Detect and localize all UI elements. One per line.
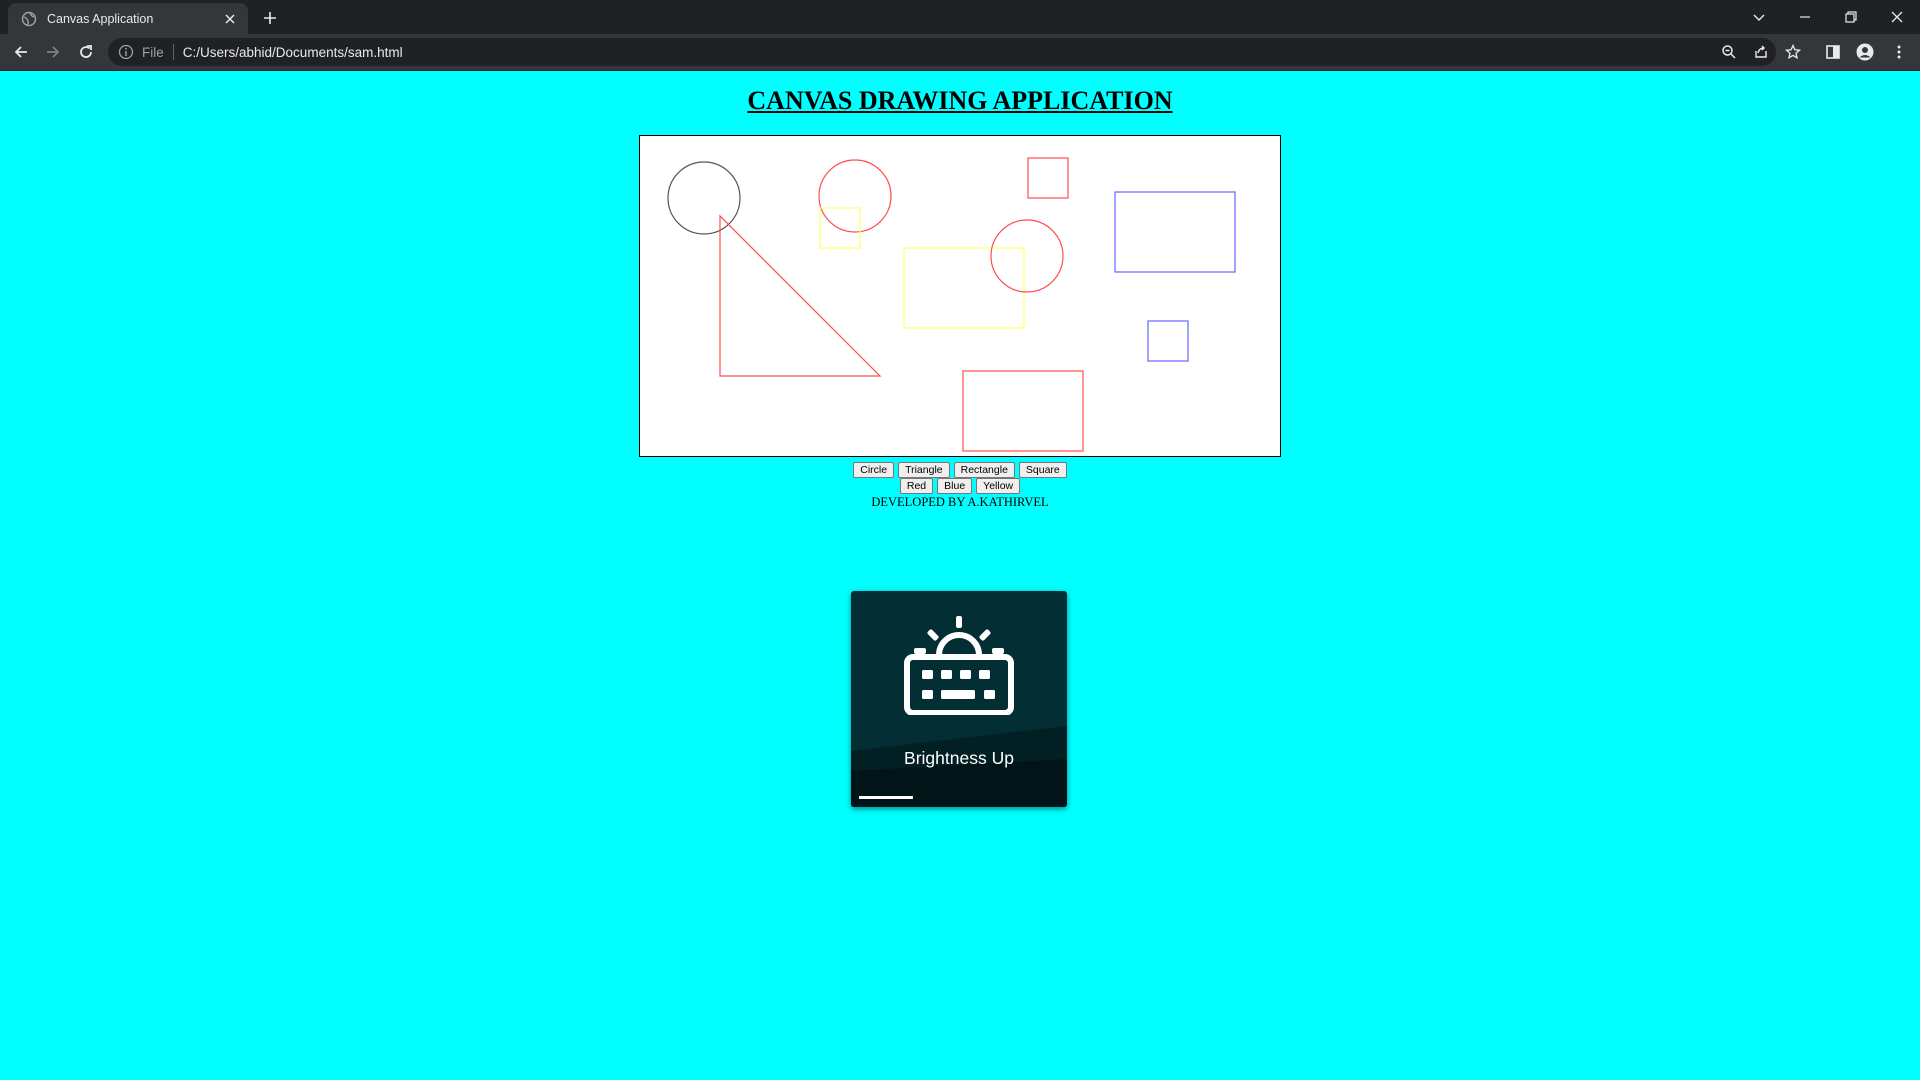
canvas-shape-circle xyxy=(667,161,741,235)
red-button[interactable]: Red xyxy=(899,478,934,494)
profile-avatar-icon[interactable] xyxy=(1855,42,1875,62)
browser-tab[interactable]: Canvas Application xyxy=(8,3,248,34)
minimize-icon[interactable] xyxy=(1794,6,1816,28)
globe-icon xyxy=(21,11,37,27)
rectangle-button[interactable]: Rectangle xyxy=(953,462,1015,478)
tab-title: Canvas Application xyxy=(47,11,154,26)
url-scheme-label: File xyxy=(142,44,164,60)
browser-toolbar: File C:/Users/abhid/Documents/sam.html xyxy=(0,34,1920,71)
close-tab-icon[interactable] xyxy=(222,11,238,27)
tab-bar: Canvas Application xyxy=(0,0,1920,34)
shape-button-row: Circle Triangle Rectangle Square xyxy=(0,462,1920,478)
drawing-canvas[interactable] xyxy=(639,135,1281,457)
yellow-button[interactable]: Yellow xyxy=(976,478,1021,494)
circle-button[interactable]: Circle xyxy=(853,462,895,478)
brightness-level-fill xyxy=(859,796,913,799)
canvas-shape-circle xyxy=(990,219,1064,293)
restore-icon[interactable] xyxy=(1840,6,1862,28)
canvas-shape-square xyxy=(1147,320,1189,362)
triangle-button[interactable]: Triangle xyxy=(898,462,950,478)
tab-search-chevron-icon[interactable] xyxy=(1748,6,1770,28)
canvas-shape-circle xyxy=(818,159,892,233)
blue-button[interactable]: Blue xyxy=(937,478,973,494)
square-button[interactable]: Square xyxy=(1018,462,1067,478)
canvas-shape-rectangle xyxy=(1114,191,1236,273)
brightness-osd-popup: Brightness Up xyxy=(851,591,1067,807)
url-text[interactable]: C:/Users/abhid/Documents/sam.html xyxy=(183,45,403,60)
address-bar[interactable]: File C:/Users/abhid/Documents/sam.html xyxy=(108,38,1776,66)
side-panel-icon[interactable] xyxy=(1823,42,1843,62)
page-title: CANVAS DRAWING APPLICATION xyxy=(747,86,1173,115)
back-icon[interactable] xyxy=(11,42,31,62)
canvas-shape-square xyxy=(819,207,861,249)
share-icon[interactable] xyxy=(1751,42,1771,62)
more-menu-icon[interactable] xyxy=(1889,42,1909,62)
zoom-icon[interactable] xyxy=(1719,42,1739,62)
reload-icon[interactable] xyxy=(76,42,96,62)
canvas-shape-triangle xyxy=(719,214,882,377)
canvas-shape-rectangle xyxy=(903,247,1025,329)
bookmark-star-icon[interactable] xyxy=(1783,42,1803,62)
osd-label: Brightness Up xyxy=(904,748,1014,768)
color-button-row: Red Blue Yellow xyxy=(0,478,1920,494)
canvas-shape-square xyxy=(1027,157,1069,199)
site-info-icon[interactable] xyxy=(118,44,134,60)
omnibox-divider xyxy=(172,44,174,60)
canvas-shape-rectangle xyxy=(962,370,1084,452)
forward-icon[interactable] xyxy=(43,42,63,62)
canvas-drawing xyxy=(667,157,1236,452)
close-window-icon[interactable] xyxy=(1886,6,1908,28)
new-tab-icon[interactable] xyxy=(260,8,280,28)
keyboard-brightness-icon xyxy=(904,616,1014,715)
brightness-level-bar xyxy=(859,796,1059,799)
developer-credit: DEVELOPED BY A.KATHIRVEL xyxy=(871,495,1049,509)
